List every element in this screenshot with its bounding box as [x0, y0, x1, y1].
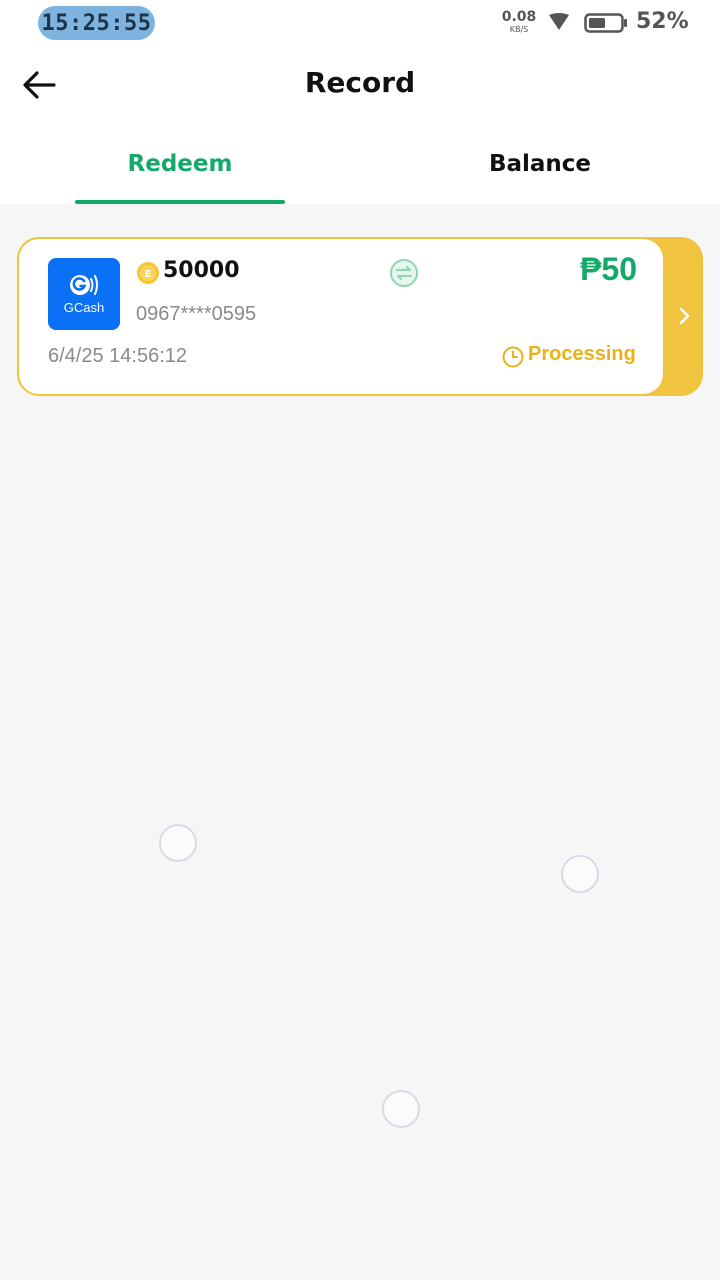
redeem-record-card[interactable]: GCash E 50000 ₱50 0967****0595 6/4/25 14…: [17, 237, 703, 396]
exchange-icon: [390, 259, 418, 287]
status-time: 15:25:55: [38, 6, 155, 40]
svg-text:E: E: [145, 269, 152, 280]
coin-amount: 50000: [163, 258, 240, 283]
tab-redeem[interactable]: Redeem: [0, 124, 360, 204]
tab-balance[interactable]: Balance: [360, 124, 720, 204]
clock-icon: [502, 346, 524, 368]
active-tab-indicator: [75, 200, 285, 204]
wifi-icon: [549, 13, 569, 30]
page-title: Record: [304, 66, 416, 99]
record-card-body: GCash E 50000 ₱50 0967****0595 6/4/25 14…: [19, 239, 663, 394]
touch-indicator: [159, 824, 197, 862]
network-speed-unit: KB/S: [509, 25, 529, 34]
gcash-g-icon: [70, 275, 98, 295]
record-datetime: 6/4/25 14:56:12: [48, 345, 188, 367]
app-header: Record: [0, 48, 720, 124]
status-bar: 15:25:55 0.08 KB/S 52%: [0, 0, 720, 48]
touch-indicator: [382, 1090, 420, 1128]
battery-icon: [584, 13, 627, 33]
battery-percent: 52%: [636, 9, 689, 34]
tab-bar: Redeem Balance: [0, 124, 720, 204]
touch-indicator: [561, 855, 599, 893]
gcash-logo-text: GCash: [63, 300, 105, 315]
network-speed-value: 0.08: [501, 9, 537, 25]
network-speed: 0.08 KB/S: [500, 10, 538, 34]
status-badge: Processing: [528, 343, 636, 365]
coin-icon: E: [137, 262, 159, 284]
peso-amount: ₱50: [580, 251, 637, 287]
gcash-logo: GCash: [48, 258, 120, 330]
chevron-right-icon: [679, 307, 690, 325]
account-number: 0967****0595: [136, 303, 257, 325]
